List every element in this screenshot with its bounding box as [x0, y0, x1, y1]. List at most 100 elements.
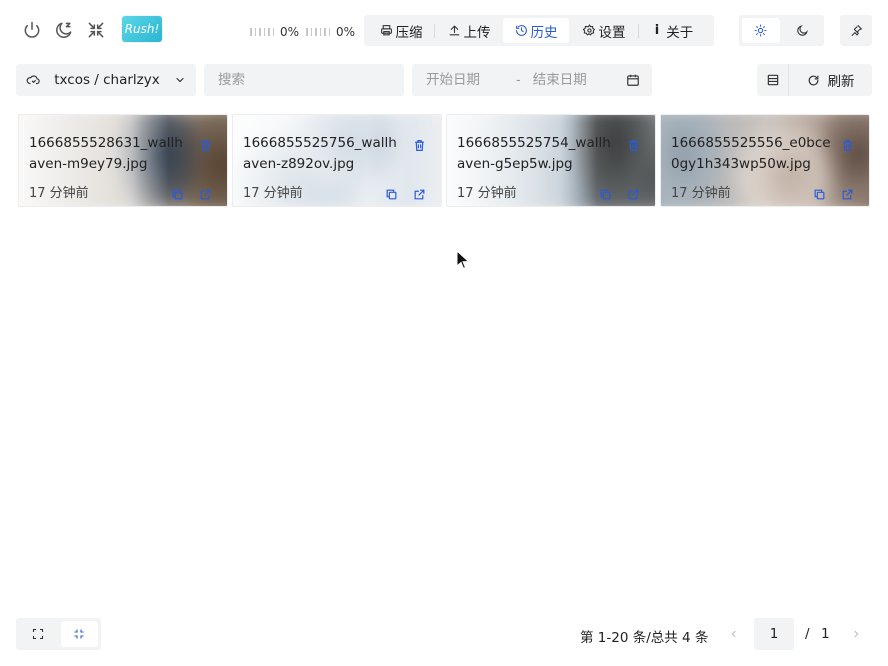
tab-label: 压缩 — [395, 24, 423, 41]
gear-icon — [582, 24, 595, 36]
shrink-button[interactable] — [84, 18, 108, 42]
open-link-button[interactable] — [839, 186, 855, 202]
app-logo: Rush! — [122, 16, 162, 42]
card-time: 17 分钟前 — [457, 186, 517, 201]
printer-icon — [380, 25, 392, 36]
prev-page-button[interactable] — [726, 626, 742, 642]
history-card[interactable]: 1666855525556_e0bce0gy1h343wp50w.jpg 17 … — [660, 114, 870, 207]
list-view-button[interactable] — [757, 64, 789, 96]
card-filename: 1666855525754_wallhaven-g5ep5w.jpg — [457, 135, 611, 172]
progress-indicator-1: 0% — [250, 25, 299, 39]
pin-icon — [851, 25, 862, 36]
expand-view-button[interactable] — [19, 621, 57, 647]
start-date-input[interactable] — [424, 71, 506, 89]
progress-value: 0% — [280, 25, 300, 39]
theme-toggle — [739, 15, 824, 46]
progress-indicator-2: 0% — [306, 25, 355, 39]
cloud-sync-icon — [26, 75, 40, 85]
delete-button[interactable] — [411, 137, 427, 153]
power-button[interactable] — [20, 18, 44, 42]
trash-icon — [628, 139, 638, 151]
dark-theme-button[interactable] — [784, 18, 822, 43]
main-nav: 压缩 上传 历史 设置 i 关于 — [364, 15, 714, 46]
trash-icon — [414, 139, 424, 151]
total-pages: 1 — [821, 626, 830, 642]
upload-icon — [449, 25, 459, 36]
history-card[interactable]: 1666855525756_wallhaven-z892ov.jpg 17 分钟… — [232, 114, 442, 207]
mouse-cursor-icon — [456, 250, 470, 270]
trash-icon — [200, 139, 210, 151]
copy-icon — [172, 189, 182, 199]
page-separator: / — [805, 626, 810, 642]
sleep-button[interactable] — [52, 18, 76, 42]
card-time: 17 分钟前 — [243, 186, 303, 201]
tab-compress[interactable]: 压缩 — [368, 18, 434, 43]
card-time: 17 分钟前 — [29, 186, 89, 201]
moon-icon — [797, 25, 808, 36]
tab-upload[interactable]: 上传 — [435, 18, 503, 43]
refresh-button[interactable]: 刷新 — [789, 70, 872, 90]
tab-about[interactable]: i 关于 — [639, 18, 709, 43]
chevron-right-icon — [854, 630, 859, 638]
progress-ticks — [306, 28, 330, 36]
search-input[interactable] — [216, 71, 392, 89]
tab-history[interactable]: 历史 — [503, 18, 569, 43]
chevron-down-icon — [176, 77, 184, 83]
info-icon: i — [654, 23, 660, 38]
history-card[interactable]: 1666855525754_wallhaven-g5ep5w.jpg 17 分钟… — [446, 114, 656, 207]
search-box — [204, 64, 404, 96]
end-date-input[interactable] — [530, 71, 613, 89]
delete-button[interactable] — [625, 137, 641, 153]
tab-label: 上传 — [463, 24, 491, 41]
tab-label: 历史 — [530, 24, 558, 41]
list-icon — [767, 74, 778, 86]
pagination-total: 第 1-20 条/总共 4 条 — [580, 630, 709, 646]
open-link-button[interactable] — [625, 186, 641, 202]
card-filename: 1666855528631_wallhaven-m9ey79.jpg — [29, 135, 183, 172]
delete-button[interactable] — [839, 137, 855, 153]
compact-view-button[interactable] — [60, 621, 98, 647]
repo-selector[interactable]: txcos / charlzyx — [16, 64, 196, 96]
history-grid: 1666855528631_wallhaven-m9ey79.jpg 17 分钟… — [18, 114, 870, 207]
card-filename: 1666855525556_e0bce0gy1h343wp50w.jpg — [671, 135, 831, 172]
progress-value: 0% — [336, 25, 356, 39]
power-icon — [24, 21, 40, 38]
refresh-icon — [808, 75, 818, 85]
moon-z-icon — [56, 22, 72, 38]
open-link-button[interactable] — [411, 186, 427, 202]
date-range-picker: - — [412, 64, 652, 96]
current-page-input[interactable]: 1 — [754, 618, 794, 650]
tab-label: 关于 — [666, 24, 694, 41]
copy-icon — [814, 189, 824, 199]
collapse-arrows-icon — [88, 22, 104, 38]
trash-icon — [842, 139, 852, 151]
tab-settings[interactable]: 设置 — [570, 18, 638, 43]
copy-button[interactable] — [811, 186, 827, 202]
external-link-icon — [842, 189, 852, 199]
history-clock-icon — [515, 25, 527, 36]
light-theme-button[interactable] — [742, 18, 780, 43]
calendar-icon[interactable] — [626, 73, 640, 87]
chevron-left-icon — [731, 630, 736, 638]
copy-button[interactable] — [169, 186, 185, 202]
delete-button[interactable] — [197, 137, 213, 153]
sun-icon — [754, 24, 767, 37]
expand-icon — [32, 628, 43, 640]
copy-icon — [600, 189, 610, 199]
refresh-label: 刷新 — [827, 74, 855, 90]
card-time: 17 分钟前 — [671, 186, 731, 201]
logo-text: Rush! — [124, 22, 160, 36]
date-separator: - — [516, 72, 521, 88]
open-link-button[interactable] — [197, 186, 213, 202]
external-link-icon — [200, 189, 210, 199]
copy-button[interactable] — [597, 186, 613, 202]
current-page: 1 — [769, 626, 779, 642]
next-page-button[interactable] — [848, 626, 864, 642]
view-size-toggle — [16, 618, 101, 650]
copy-icon — [386, 189, 396, 199]
progress-ticks — [250, 28, 274, 36]
external-link-icon — [628, 189, 638, 199]
history-card[interactable]: 1666855528631_wallhaven-m9ey79.jpg 17 分钟… — [18, 114, 228, 207]
copy-button[interactable] — [383, 186, 399, 202]
pin-window-button[interactable] — [840, 15, 872, 46]
